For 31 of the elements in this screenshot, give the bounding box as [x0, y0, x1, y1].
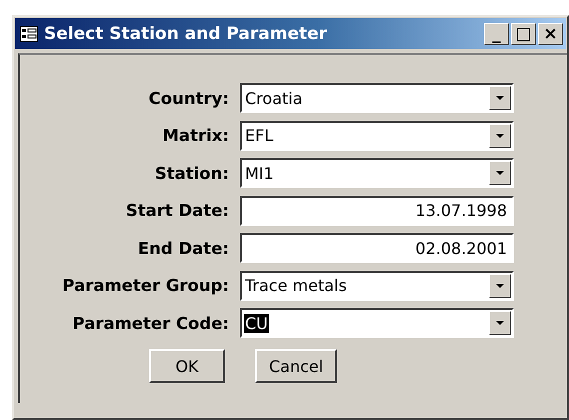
dropdown-arrow-icon: [496, 96, 504, 100]
field-label: Start Date:: [126, 201, 229, 220]
dropdown-arrow-icon: [496, 134, 504, 138]
dropdown-field[interactable]: Trace metals: [240, 270, 514, 300]
dropdown-arrow-icon: [496, 284, 504, 288]
date-field[interactable]: 02.08.2001: [240, 233, 514, 263]
window-title: Select Station and Parameter: [44, 24, 328, 44]
dropdown-button[interactable]: [489, 86, 511, 110]
date-field[interactable]: 13.07.1998: [240, 196, 514, 226]
dropdown-button[interactable]: [489, 274, 511, 298]
field-label: Parameter Code:: [72, 314, 229, 332]
dropdown-field[interactable]: EFL: [240, 120, 514, 150]
minimize-button[interactable]: _: [484, 22, 509, 44]
ok-button[interactable]: OK: [149, 349, 225, 383]
dropdown-button[interactable]: [489, 161, 511, 185]
close-button[interactable]: ×: [538, 22, 563, 44]
form-icon: [20, 26, 38, 42]
field-label: Country:: [148, 88, 229, 108]
maximize-button[interactable]: □: [511, 22, 536, 44]
dropdown-field[interactable]: Croatia: [240, 83, 514, 113]
cancel-button[interactable]: Cancel: [255, 349, 338, 383]
dropdown-field[interactable]: CU: [240, 308, 514, 338]
field-label: Parameter Group:: [62, 276, 229, 295]
field-label: Matrix:: [162, 126, 229, 145]
dropdown-field[interactable]: MI1: [240, 158, 514, 188]
dropdown-button[interactable]: [489, 311, 511, 335]
dropdown-arrow-icon: [496, 171, 504, 175]
dropdown-arrow-icon: [496, 321, 504, 325]
dropdown-button[interactable]: [489, 124, 511, 148]
field-label: Station:: [154, 164, 229, 182]
field-label: End Date:: [138, 238, 229, 258]
